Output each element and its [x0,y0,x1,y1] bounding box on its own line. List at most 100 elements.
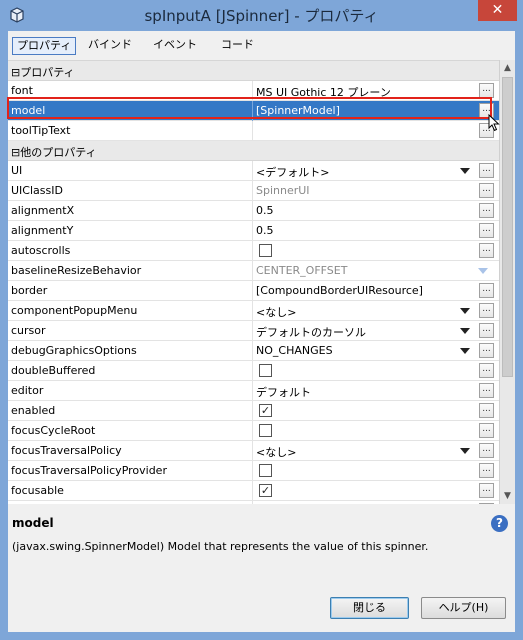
property-row-editor[interactable]: editor デフォルト ... [8,381,499,401]
ellipsis-button[interactable]: ... [479,343,494,358]
property-value[interactable]: [SpinnerModel] [256,104,340,117]
property-name: alignmentY [11,224,74,237]
property-value: CENTER_OFFSET [256,264,348,277]
column-divider [252,201,253,221]
column-divider [252,381,253,401]
property-row-baselineresizebehavior[interactable]: baselineResizeBehavior CENTER_OFFSET [8,261,499,281]
property-row-componentpopupmenu[interactable]: componentPopupMenu <なし> ... [8,301,499,321]
ellipsis-button[interactable]: ... [479,483,494,498]
property-row-enabled[interactable]: enabled ✓ ... [8,401,499,421]
ellipsis-button[interactable]: ... [479,383,494,398]
property-value[interactable]: <なし> [256,444,296,460]
column-divider [252,301,253,321]
property-row-focustraversalpolicyprovider[interactable]: focusTraversalPolicyProvider ... [8,461,499,481]
enabled-checkbox[interactable]: ✓ [259,404,272,417]
dropdown-arrow-icon[interactable] [460,328,470,334]
property-value[interactable]: NO_CHANGES [256,344,333,357]
tab-binding[interactable]: バインド [84,37,136,55]
property-sheet: ⊟プロパティ font MS UI Gothic 12 プレーン ... mod… [8,60,499,504]
category-properties[interactable]: ⊟プロパティ [8,61,499,81]
focusable-checkbox[interactable]: ✓ [259,484,272,497]
ellipsis-button[interactable]: ... [479,463,494,478]
property-name: focusTraversalPolicyProvider [11,464,167,477]
ellipsis-button[interactable]: ... [479,223,494,238]
property-row-doublebuffered[interactable]: doubleBuffered ... [8,361,499,381]
property-row-autoscrolls[interactable]: autoscrolls ... [8,241,499,261]
property-row-font[interactable]: font MS UI Gothic 12 プレーン ... [8,81,499,101]
ellipsis-button[interactable]: ... [479,183,494,198]
doublebuffered-checkbox[interactable] [259,364,272,377]
property-name: debugGraphicsOptions [11,344,137,357]
property-value[interactable]: MS UI Gothic 12 プレーン [256,84,391,100]
property-row-focusable[interactable]: focusable ✓ ... [8,481,499,501]
property-value[interactable]: <デフォルト> [256,164,329,180]
property-row-model[interactable]: model [SpinnerModel] ... [8,101,499,121]
ellipsis-button[interactable]: ... [479,163,494,178]
property-row-focustraversalpolicy[interactable]: focusTraversalPolicy <なし> ... [8,441,499,461]
ellipsis-button[interactable]: ... [479,423,494,438]
scroll-down-icon[interactable]: ▼ [500,488,515,504]
help-button[interactable]: ヘルプ(H) [421,597,506,619]
property-name: font [11,84,33,97]
ellipsis-button[interactable]: ... [479,83,494,98]
ellipsis-button[interactable]: ... [479,363,494,378]
property-value[interactable]: デフォルト [256,384,311,400]
column-divider [252,441,253,461]
property-name: UIClassID [11,184,63,197]
description-panel: model ? (javax.swing.SpinnerModel) Model… [8,512,515,632]
property-row-debuggraphicsoptions[interactable]: debugGraphicsOptions NO_CHANGES ... [8,341,499,361]
column-divider [252,281,253,301]
column-divider [252,121,253,141]
dropdown-arrow-icon[interactable] [460,348,470,354]
dropdown-arrow-icon[interactable] [460,168,470,174]
ellipsis-button[interactable]: ... [479,303,494,318]
close-button[interactable]: 閉じる [330,597,409,619]
tab-properties[interactable]: プロパティ [12,37,77,55]
property-row-alignmenty[interactable]: alignmentY 0.5 ... [8,221,499,241]
ellipsis-button[interactable]: ... [479,283,494,298]
dropdown-arrow-icon[interactable] [460,448,470,454]
column-divider [252,481,253,501]
column-divider [252,161,253,181]
property-name: cursor [11,324,46,337]
dropdown-arrow-icon [478,268,488,274]
ellipsis-button[interactable]: ... [479,403,494,418]
tab-code[interactable]: コード [217,37,258,55]
ellipsis-button[interactable]: ... [479,203,494,218]
pane-splitter[interactable] [8,504,515,512]
tab-events[interactable]: イベント [149,37,201,55]
property-value[interactable]: <なし> [256,304,296,320]
description-title: model [12,516,54,530]
ellipsis-button[interactable]: ... [479,243,494,258]
property-value: SpinnerUI [256,184,310,197]
property-row-alignmentx[interactable]: alignmentX 0.5 ... [8,201,499,221]
column-divider [252,341,253,361]
property-row-uiclassid[interactable]: UIClassID SpinnerUI ... [8,181,499,201]
column-divider [252,101,253,121]
ellipsis-button[interactable]: ... [479,443,494,458]
property-name: enabled [11,404,56,417]
property-name: focusCycleRoot [11,424,96,437]
property-row-cursor[interactable]: cursor デフォルトのカーソル ... [8,321,499,341]
property-value[interactable]: 0.5 [256,224,274,237]
property-row-ui[interactable]: UI <デフォルト> ... [8,161,499,181]
help-icon[interactable]: ? [491,515,508,532]
autoscrolls-checkbox[interactable] [259,244,272,257]
property-value[interactable]: 0.5 [256,204,274,217]
scrollbar-thumb[interactable] [502,77,513,377]
property-name: editor [11,384,44,397]
property-row-border[interactable]: border [CompoundBorderUIResource] ... [8,281,499,301]
property-value[interactable]: デフォルトのカーソル [256,324,366,340]
dropdown-arrow-icon[interactable] [460,308,470,314]
close-window-button[interactable]: ✕ [478,0,517,21]
property-value[interactable]: [CompoundBorderUIResource] [256,284,423,297]
column-divider [252,321,253,341]
ellipsis-button[interactable]: ... [479,323,494,338]
property-row-focuscycleroot[interactable]: focusCycleRoot ... [8,421,499,441]
focustraversalpolicyprovider-checkbox[interactable] [259,464,272,477]
category-other-properties[interactable]: ⊟他のプロパティ [8,141,499,161]
scroll-up-icon[interactable]: ▲ [500,60,515,76]
title-bar[interactable]: spInputA [JSpinner] - プロパティ ✕ [0,0,523,31]
property-row-tooltiptext[interactable]: toolTipText ... [8,121,499,141]
focuscycleroot-checkbox[interactable] [259,424,272,437]
